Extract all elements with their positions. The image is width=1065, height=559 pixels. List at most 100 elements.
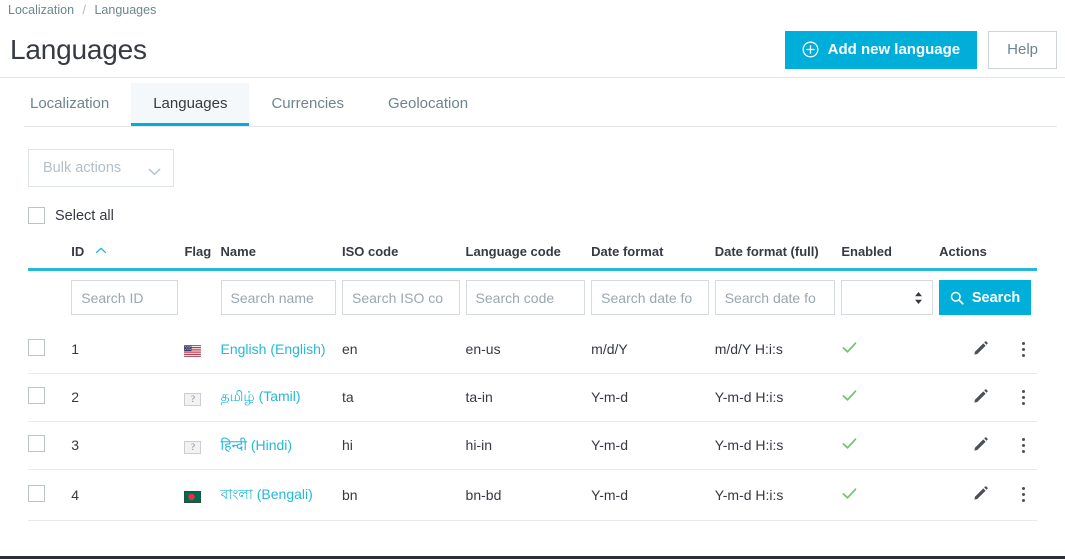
enabled-check-icon[interactable]	[841, 485, 857, 501]
row-checkbox[interactable]	[28, 339, 45, 356]
cell-enabled	[841, 421, 939, 469]
table-row[interactable]: 3 ? हिन्दी (Hindi) hi hi-in Y-m-d Y-m-d …	[28, 421, 1037, 470]
edit-pencil-icon[interactable]	[973, 388, 989, 407]
header-name[interactable]: Name	[220, 242, 342, 272]
language-name-link[interactable]: বাংলা (Bengali)	[221, 486, 313, 502]
language-name-link[interactable]: हिन्दी (Hindi)	[221, 437, 293, 453]
cell-language-code: en-us	[465, 341, 501, 357]
cell-flag	[184, 469, 220, 520]
cell-enabled	[841, 469, 939, 520]
edit-pencil-icon[interactable]	[973, 485, 989, 504]
cell-date-format: Y-m-d	[591, 389, 628, 406]
breadcrumb: Localization / Languages	[0, 0, 1065, 22]
filter-row: Search	[28, 270, 1037, 326]
enabled-check-icon[interactable]	[841, 339, 857, 355]
cell-name: हिन्दी (Hindi)	[221, 421, 342, 469]
header-iso-code[interactable]: ISO code	[342, 242, 466, 272]
enabled-check-icon[interactable]	[841, 387, 857, 403]
cell-enabled	[841, 325, 939, 373]
cell-id: 3	[71, 437, 80, 454]
cell-flag: ?	[184, 421, 220, 469]
search-button-label: Search	[971, 289, 1021, 306]
header-enabled[interactable]: Enabled	[841, 242, 940, 272]
cell-date-format: Y-m-d	[591, 486, 628, 503]
cell-flag	[184, 325, 220, 373]
page-title: Languages	[10, 33, 147, 65]
row-checkbox-cell	[28, 373, 71, 421]
broken-image-icon: ?	[184, 440, 202, 454]
us-flag-icon	[184, 344, 202, 358]
row-checkbox[interactable]	[28, 387, 45, 405]
tab-currencies[interactable]: Currencies	[249, 83, 366, 126]
tab-geolocation[interactable]: Geolocation	[366, 83, 490, 126]
filter-cell-flag	[184, 270, 220, 326]
language-name-link[interactable]: தமிழ் (Tamil)	[221, 388, 301, 404]
cell-actions	[939, 325, 1037, 373]
search-language-code-input[interactable]	[465, 280, 586, 316]
breadcrumb-current: Languages	[94, 3, 157, 17]
search-id-input[interactable]	[71, 280, 179, 316]
table-row[interactable]: 2 ? தமிழ் (Tamil) ta ta-in Y-m-d Y-m-d H…	[28, 373, 1037, 422]
filter-cell-search: Search	[939, 270, 1037, 326]
enabled-filter-select[interactable]	[841, 280, 934, 316]
search-name-input[interactable]	[220, 280, 336, 316]
filter-cell-name	[220, 270, 342, 326]
header-flag: Flag	[184, 242, 221, 272]
header-date-format[interactable]: Date format	[591, 242, 715, 272]
updown-arrows-icon	[914, 291, 923, 305]
header-actions: Actions	[939, 242, 1037, 272]
help-button[interactable]: Help	[988, 30, 1057, 69]
cell-date-format: m/d/Y	[591, 341, 628, 357]
languages-table-wrap: ID Flag Name ISO code Language code Date…	[0, 242, 1065, 521]
cell-actions	[939, 469, 1037, 520]
breadcrumb-parent[interactable]: Localization	[8, 3, 74, 17]
tab-languages[interactable]: Languages	[131, 83, 250, 126]
header-actions: Add new language Help	[784, 30, 1057, 69]
filter-cell-id	[71, 270, 184, 326]
broken-image-icon: ?	[184, 392, 202, 406]
row-menu-kebab-icon[interactable]	[1015, 436, 1031, 454]
add-new-language-button[interactable]: Add new language	[784, 30, 978, 69]
search-date-format-input[interactable]	[591, 280, 709, 316]
languages-table: ID Flag Name ISO code Language code Date…	[28, 242, 1037, 521]
cell-flag: ?	[184, 373, 220, 421]
table-row[interactable]: 4 বাংলা (Bengali) bn bn-bd Y-m-d Y-m-d H…	[28, 469, 1037, 521]
edit-pencil-icon[interactable]	[973, 436, 989, 455]
select-all-checkbox[interactable]	[28, 207, 45, 224]
bulk-actions-dropdown[interactable]: Bulk actions	[28, 149, 174, 187]
cell-language-code: hi-in	[465, 437, 493, 454]
row-checkbox-cell	[28, 421, 71, 469]
select-all-row: Select all	[28, 207, 1065, 224]
row-checkbox[interactable]	[28, 484, 45, 502]
table-row[interactable]: 1 English (English) en en-us m/d/Y m/d/Y…	[28, 325, 1037, 374]
chevron-down-icon	[148, 164, 161, 175]
filter-cell-iso	[342, 270, 466, 326]
row-menu-kebab-icon[interactable]	[1015, 340, 1031, 358]
cell-id: 1	[71, 341, 80, 357]
language-name-link[interactable]: English (English)	[221, 341, 326, 357]
filter-cell-date-full	[714, 270, 842, 326]
languages-page: Localization / Languages Languages Add n…	[0, 0, 1065, 559]
cell-actions	[939, 373, 1037, 421]
row-checkbox[interactable]	[28, 435, 45, 453]
table-header-row: ID Flag Name ISO code Language code Date…	[28, 242, 1037, 272]
edit-pencil-icon[interactable]	[973, 340, 989, 359]
tab-localization[interactable]: Localization	[8, 83, 131, 126]
cell-language-code: ta-in	[465, 389, 493, 406]
cell-name: English (English)	[221, 325, 342, 373]
row-menu-kebab-icon[interactable]	[1015, 388, 1031, 406]
header-language-code[interactable]: Language code	[465, 242, 592, 272]
cell-enabled	[841, 373, 939, 421]
search-button[interactable]: Search	[939, 280, 1031, 316]
breadcrumb-separator: /	[82, 3, 86, 17]
header-id[interactable]: ID	[71, 242, 185, 272]
sort-asc-icon[interactable]	[95, 242, 107, 258]
filter-cell-enabled	[841, 270, 939, 326]
row-menu-kebab-icon[interactable]	[1015, 486, 1031, 504]
search-icon	[950, 291, 964, 305]
tab-bar: Localization Languages Currencies Geoloc…	[0, 78, 1065, 126]
header-date-format-full[interactable]: Date format (full)	[714, 242, 842, 272]
search-iso-code-input[interactable]	[342, 280, 460, 316]
enabled-check-icon[interactable]	[841, 435, 857, 451]
search-date-format-full-input[interactable]	[714, 280, 836, 316]
